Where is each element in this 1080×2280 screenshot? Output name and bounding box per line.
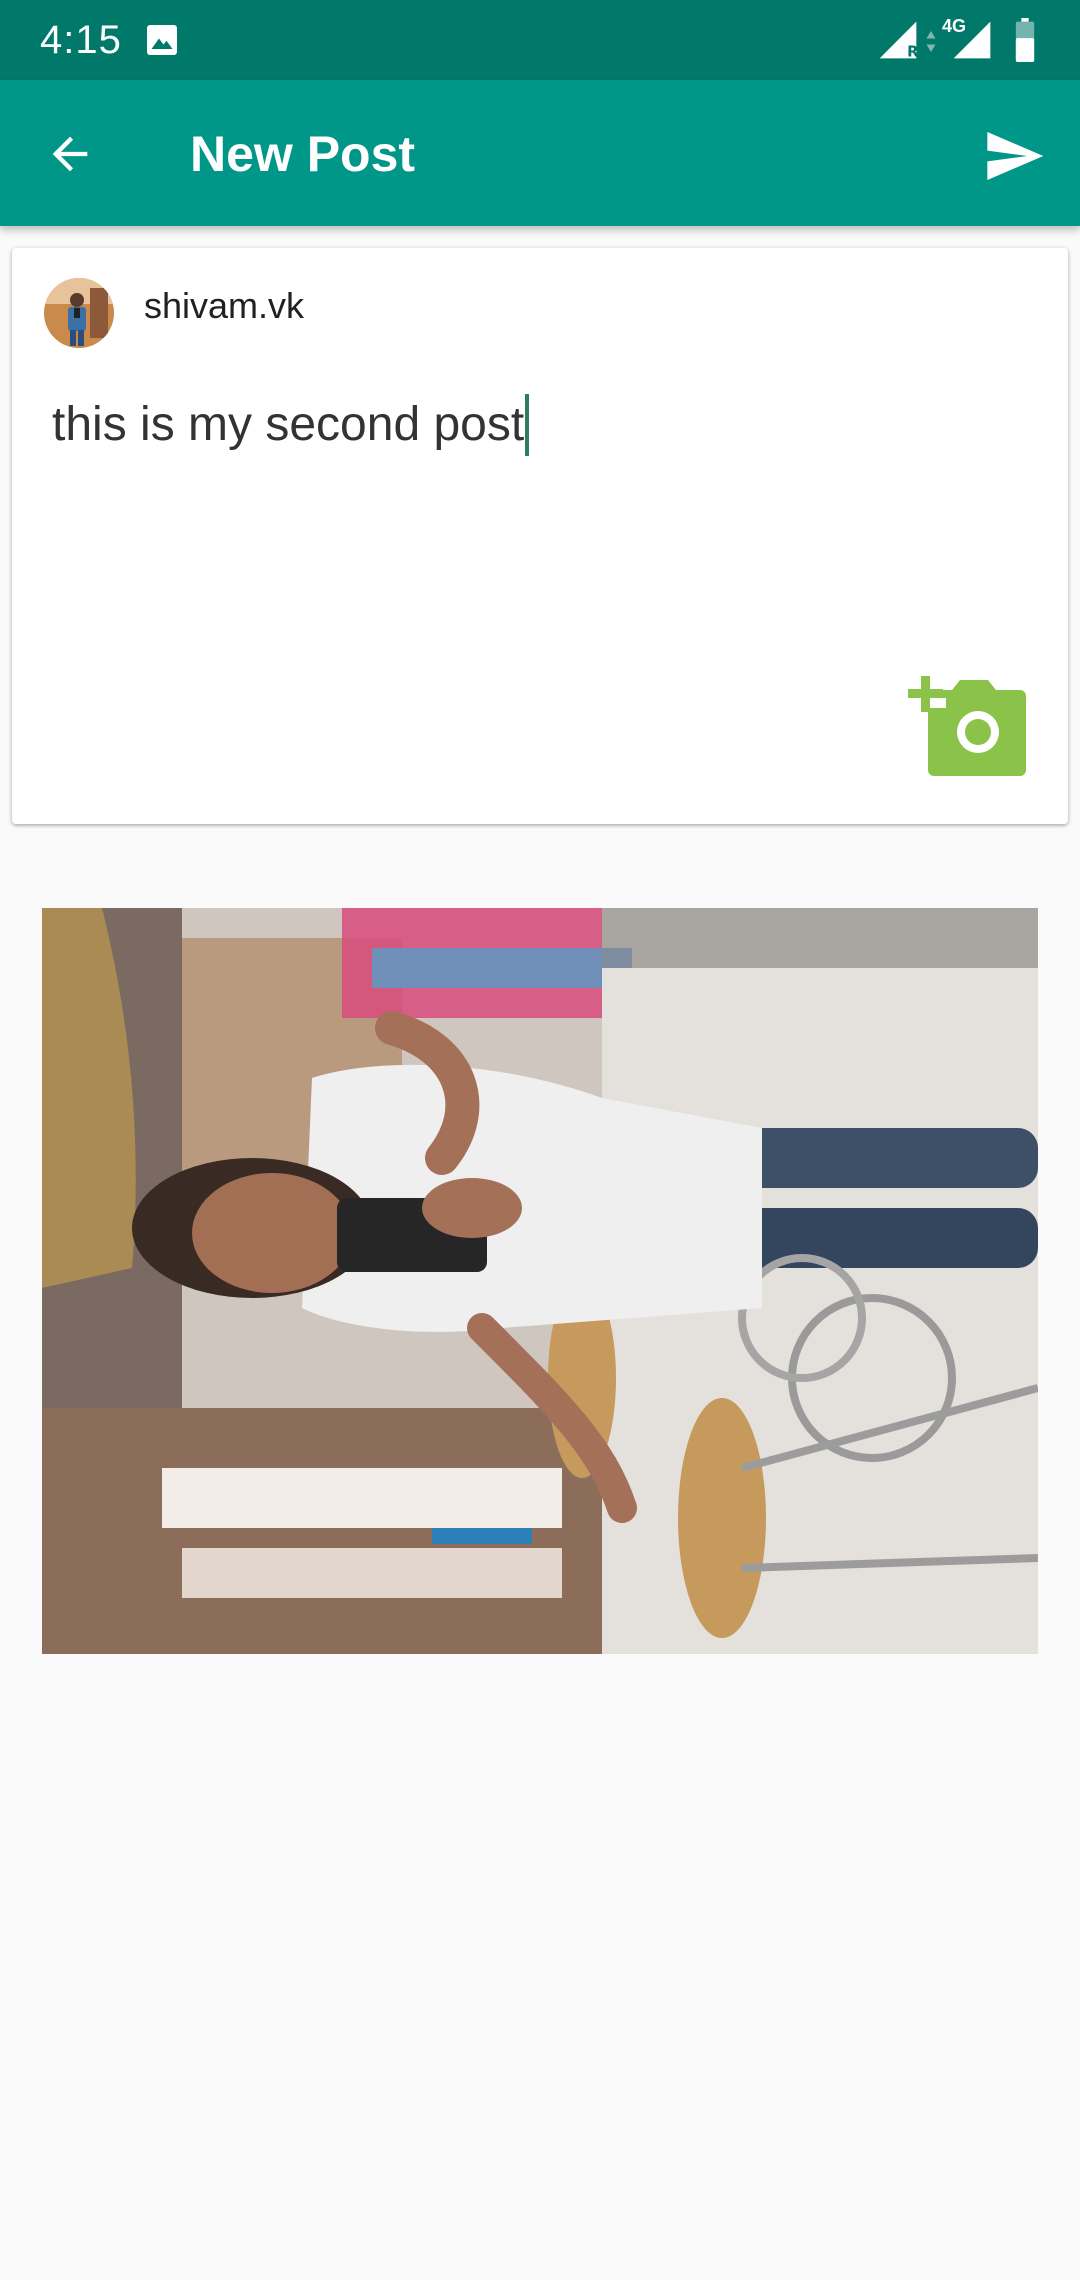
post-text: this is my second post — [52, 398, 525, 451]
attached-photo[interactable] — [42, 908, 1038, 1654]
arrow-back-icon — [52, 136, 88, 172]
app-bar: New Post — [0, 80, 1080, 226]
avatar[interactable] — [44, 278, 114, 348]
username: shivam.vk — [144, 285, 305, 326]
signal-4g-icon — [953, 21, 991, 59]
status-bar: 4:15 R 4G — [0, 0, 1080, 80]
post-text-input[interactable]: this is my second post — [52, 394, 952, 456]
post-composer-card: shivam.vk this is my second post — [12, 248, 1068, 824]
battery-icon — [1015, 18, 1035, 62]
svg-text:R: R — [907, 44, 918, 61]
add-photo-button[interactable] — [908, 666, 1038, 786]
attached-photo-image — [42, 908, 1038, 1654]
signal-roaming-icon: R — [879, 21, 918, 61]
add-photo-camera-icon — [908, 676, 1026, 776]
text-cursor — [525, 394, 530, 456]
status-time: 4:15 — [40, 18, 122, 62]
send-button[interactable] — [978, 120, 1050, 192]
gallery-icon — [147, 25, 177, 55]
back-button[interactable] — [36, 120, 104, 188]
data-arrows-icon — [926, 31, 936, 52]
avatar-image — [44, 278, 114, 348]
page-title: New Post — [190, 126, 416, 182]
send-icon — [987, 132, 1044, 180]
